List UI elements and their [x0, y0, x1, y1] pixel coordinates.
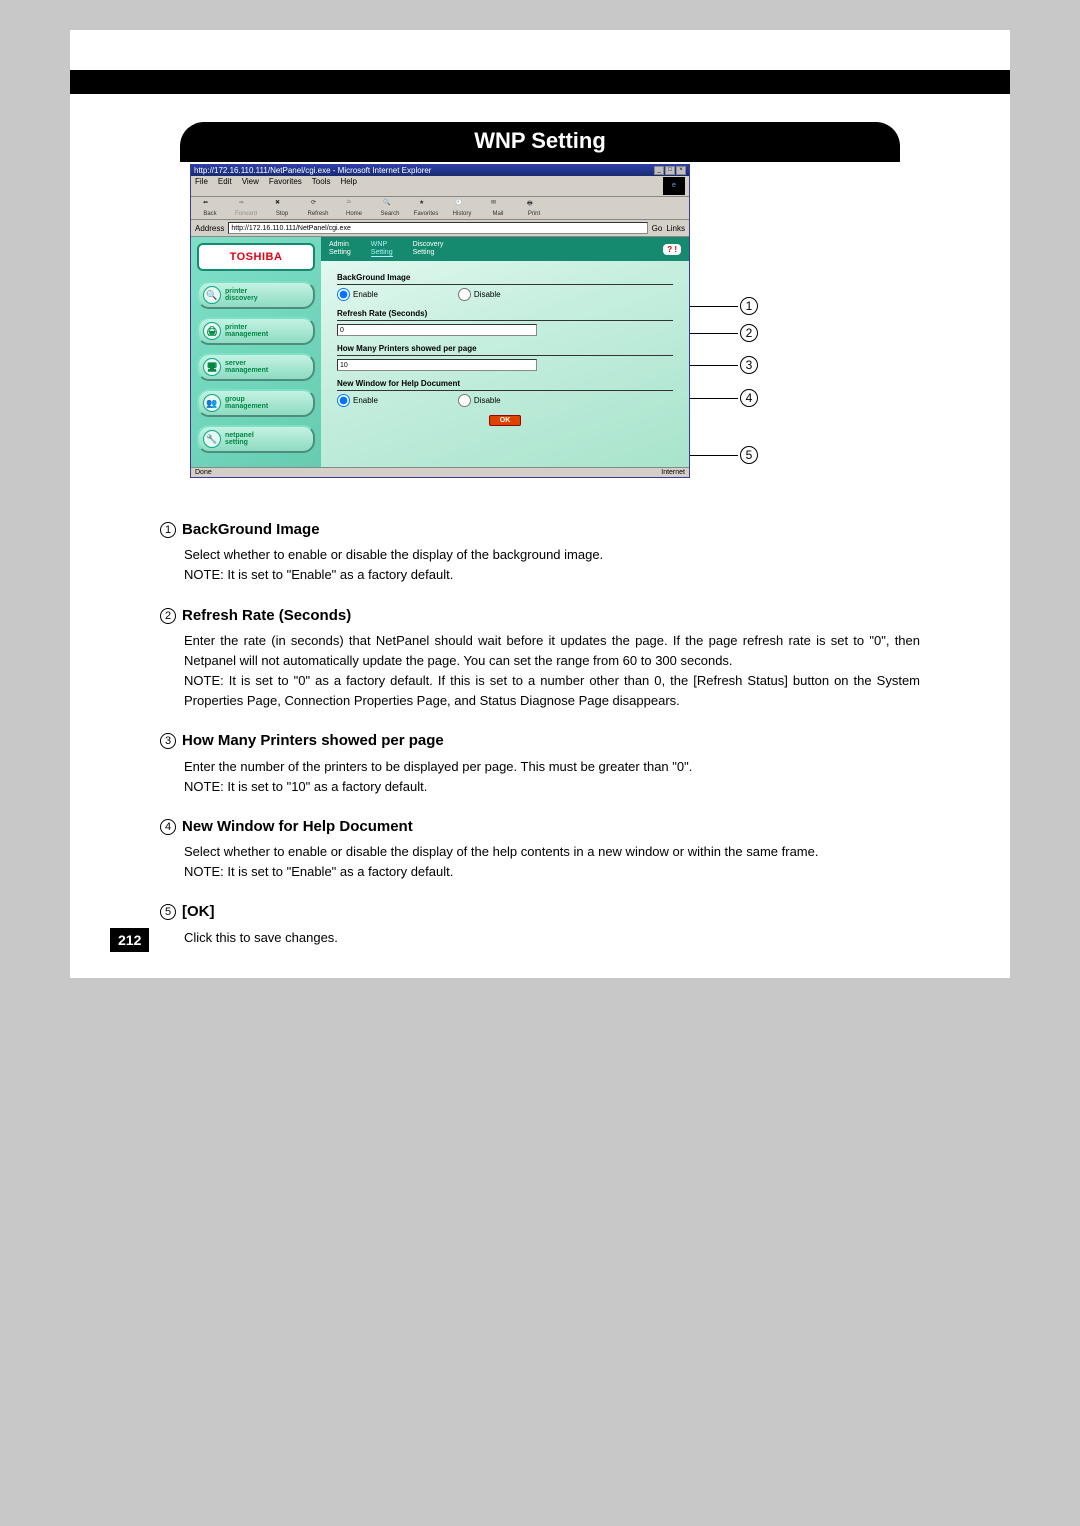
radio-newwin-enable[interactable]: Enable [337, 394, 378, 407]
divider [337, 284, 673, 285]
menubar: File Edit View Favorites Tools Help e [191, 176, 689, 197]
binoculars-icon: 🔍 [203, 286, 221, 304]
ok-button[interactable]: OK [489, 415, 522, 426]
menu-file[interactable]: File [195, 177, 208, 195]
status-bar: Done Internet [191, 467, 689, 477]
header-bar [70, 70, 1010, 94]
brand-box: TOSHIBA [197, 243, 315, 271]
tab-wnp-setting[interactable]: WNP Setting [371, 241, 393, 257]
label-refresh-rate: Refresh Rate (Seconds) [337, 309, 673, 318]
group-icon: 👥 [203, 394, 221, 412]
address-label: Address [195, 224, 224, 233]
sidebar-item-printer-management[interactable]: 🖨 printer management [197, 317, 315, 345]
label-printers-per-page: How Many Printers showed per page [337, 344, 673, 353]
callout-3: 3 [690, 356, 758, 374]
callout-4: 4 [690, 389, 758, 407]
radio-bg-enable[interactable]: Enable [337, 288, 378, 301]
sidebar-item-printer-discovery[interactable]: 🔍 printer discovery [197, 281, 315, 309]
radio-newwin-disable[interactable]: Disable [458, 394, 501, 407]
back-button[interactable]: ⬅Back [195, 199, 225, 217]
menu-tools[interactable]: Tools [312, 177, 331, 195]
divider [337, 355, 673, 356]
sidebar: TOSHIBA 🔍 printer discovery 🖨 printer ma… [191, 237, 321, 467]
toshiba-logo: TOSHIBA [230, 251, 283, 263]
sidebar-item-label: server management [225, 360, 268, 374]
printer-icon: 🖨 [203, 322, 221, 340]
mail-button[interactable]: ✉Mail [483, 199, 513, 217]
address-bar: Address http://172.16.110.111/NetPanel/c… [191, 220, 689, 237]
menu-edit[interactable]: Edit [218, 177, 232, 195]
favorites-button[interactable]: ★Favorites [411, 199, 441, 217]
desc-body-5: Click this to save changes. [160, 928, 920, 948]
sidebar-item-label: group management [225, 396, 268, 410]
browser-title: http://172.16.110.111/NetPanel/cgi.exe -… [194, 166, 431, 175]
browser-titlebar: http://172.16.110.111/NetPanel/cgi.exe -… [191, 165, 689, 176]
descriptions: 1BackGround Image Select whether to enab… [160, 518, 920, 948]
divider [337, 320, 673, 321]
content-area: TOSHIBA 🔍 printer discovery 🖨 printer ma… [191, 237, 689, 467]
sidebar-item-netpanel-setting[interactable]: 🔧 netpanel setting [197, 425, 315, 453]
help-icon[interactable]: ? ! [663, 244, 681, 255]
refresh-rate-input[interactable] [337, 324, 537, 336]
search-button[interactable]: 🔍Search [375, 199, 405, 217]
callout-5: 5 [690, 446, 758, 464]
tab-discovery-setting[interactable]: Discovery Setting [413, 241, 444, 257]
home-button[interactable]: ⌂Home [339, 199, 369, 217]
desc-body-4: Select whether to enable or disable the … [160, 842, 920, 882]
desc-head-5: 5[OK] [160, 900, 920, 923]
main-panel: Admin Setting WNP Setting Discovery Sett… [321, 237, 689, 467]
page: WNP Setting http://172.16.110.111/NetPan… [70, 30, 1010, 978]
sidebar-item-label: netpanel setting [225, 432, 254, 446]
tab-admin-setting[interactable]: Admin Setting [329, 241, 351, 257]
sidebar-item-server-management[interactable]: 🖥 server management [197, 353, 315, 381]
printers-per-page-input[interactable] [337, 359, 537, 371]
server-icon: 🖥 [203, 358, 221, 376]
ie-logo-icon: e [663, 177, 685, 195]
desc-body-3: Enter the number of the printers to be d… [160, 757, 920, 797]
menu-help[interactable]: Help [340, 177, 356, 195]
minimize-icon[interactable]: _ [654, 166, 664, 175]
label-background-image: BackGround Image [337, 273, 673, 282]
screenshot-container: http://172.16.110.111/NetPanel/cgi.exe -… [180, 164, 900, 478]
sidebar-item-label: printer discovery [225, 288, 258, 302]
page-title: WNP Setting [180, 122, 900, 162]
print-button[interactable]: 🖶Print [519, 199, 549, 217]
background-image-radios: Enable Disable [337, 288, 673, 301]
page-number: 212 [110, 928, 149, 952]
links-label[interactable]: Links [666, 224, 685, 233]
close-icon[interactable]: × [676, 166, 686, 175]
refresh-button[interactable]: ⟳Refresh [303, 199, 333, 217]
window-controls: _ □ × [654, 166, 686, 175]
divider [337, 390, 673, 391]
status-right: Internet [661, 469, 685, 476]
forward-button[interactable]: ➡Forward [231, 199, 261, 217]
status-left: Done [195, 469, 212, 476]
toolbar: ⬅Back ➡Forward ✖Stop ⟳Refresh ⌂Home 🔍Sea… [191, 197, 689, 220]
go-button[interactable]: Go [652, 224, 663, 233]
new-window-radios: Enable Disable [337, 394, 673, 407]
desc-head-4: 4New Window for Help Document [160, 815, 920, 838]
label-new-window-help: New Window for Help Document [337, 379, 673, 388]
desc-body-2: Enter the rate (in seconds) that NetPane… [160, 631, 920, 712]
menu-favorites[interactable]: Favorites [269, 177, 302, 195]
callout-2: 2 [690, 324, 758, 342]
desc-head-1: 1BackGround Image [160, 518, 920, 541]
form-area: BackGround Image Enable Disable Refresh … [321, 261, 689, 434]
tab-bar: Admin Setting WNP Setting Discovery Sett… [321, 237, 689, 261]
sidebar-item-label: printer management [225, 324, 268, 338]
desc-body-1: Select whether to enable or disable the … [160, 545, 920, 585]
address-input[interactable]: http://172.16.110.111/NetPanel/cgi.exe [228, 222, 647, 234]
desc-head-2: 2Refresh Rate (Seconds) [160, 604, 920, 627]
browser-window: http://172.16.110.111/NetPanel/cgi.exe -… [190, 164, 690, 478]
radio-bg-disable[interactable]: Disable [458, 288, 501, 301]
callout-1: 1 [690, 297, 758, 315]
maximize-icon[interactable]: □ [665, 166, 675, 175]
desc-head-3: 3How Many Printers showed per page [160, 729, 920, 752]
sidebar-item-group-management[interactable]: 👥 group management [197, 389, 315, 417]
history-button[interactable]: 🕘History [447, 199, 477, 217]
menu-view[interactable]: View [242, 177, 259, 195]
wrench-icon: 🔧 [203, 430, 221, 448]
stop-button[interactable]: ✖Stop [267, 199, 297, 217]
